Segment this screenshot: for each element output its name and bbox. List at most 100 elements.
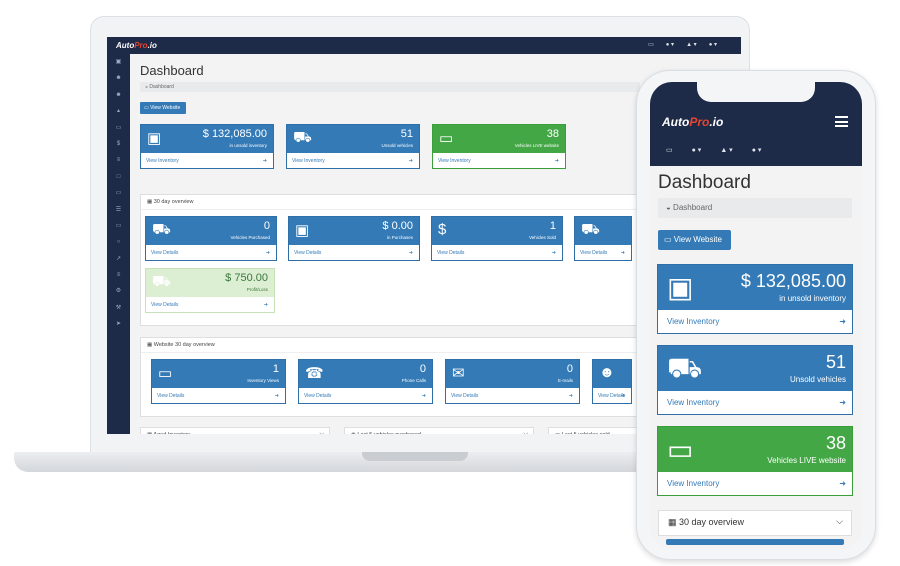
monitor-icon: ▭	[667, 434, 694, 465]
arrow-circle-right-icon[interactable]: ➜	[569, 393, 573, 399]
mobile-stat-card-link[interactable]: View Inventory ➜	[658, 391, 852, 414]
mobile-stat-card-header: ▭ 38 Vehicles LIVE website	[658, 427, 852, 472]
arrow-circle-right-icon[interactable]: ➜	[552, 250, 556, 256]
stat-card-link[interactable]: View Inventory ➜	[141, 153, 273, 168]
arrow-circle-right-icon[interactable]: ➜	[839, 398, 846, 407]
overview-card-link-text[interactable]: View Details	[437, 250, 464, 256]
mobile-stat-card-label: Unsold vehicles	[789, 375, 846, 384]
mobile-nav-icon[interactable]: ▭	[666, 146, 673, 154]
sidebar-item-icon[interactable]: ▣	[107, 54, 130, 70]
overview-card-link[interactable]: View Details ➜	[146, 245, 276, 260]
overview-card-link[interactable]: View Details ➜	[146, 297, 274, 312]
overview-card-header: ⛟ 0 Vehicles Purchased	[146, 217, 276, 245]
sidebar-item-icon[interactable]: ➤	[107, 316, 130, 332]
top-nav-icons: ▭ ● ▾ ▲ ▾ ● ▾	[648, 41, 717, 48]
mobile-stat-card-link[interactable]: View Inventory ➜	[658, 310, 852, 333]
sidebar-item-icon[interactable]: ▭	[107, 218, 130, 234]
top-nav-icon[interactable]: ● ▾	[666, 41, 674, 48]
arrow-circle-right-icon[interactable]: ➜	[621, 393, 625, 399]
overview-card-link[interactable]: View Details ➜	[289, 245, 419, 260]
stat-card-link-text[interactable]: View Inventory	[146, 158, 179, 164]
overview-card-link-text[interactable]: View Details	[151, 302, 178, 308]
overview-card-label: Profit/Loss	[246, 287, 268, 292]
stat-card: ▣ $ 132,085.00 in unsold inventory View Inv…	[140, 124, 274, 169]
arrow-circle-right-icon[interactable]: ➜	[266, 250, 270, 256]
website-card-link[interactable]: View Details ➜	[446, 388, 579, 403]
sidebar-item-icon[interactable]: ⚒	[107, 300, 130, 316]
mobile-stat-card-value: 51	[825, 352, 846, 372]
arrow-circle-right-icon[interactable]: ➜	[839, 479, 846, 488]
stat-card-link[interactable]: View Inventory ➜	[287, 153, 419, 168]
mobile-stat-card-link-text[interactable]: View Inventory	[667, 317, 719, 326]
sidebar-item-icon[interactable]: ▭	[107, 120, 130, 136]
overview-card: ▣ $ 0.00 in Purchases View Details ➜	[288, 216, 420, 261]
website-card-link-text[interactable]: View Details	[451, 393, 478, 399]
bottom-panel[interactable]: ◉ Last 5 vehicles purchased⌵	[344, 427, 534, 434]
sidebar-item-icon[interactable]: ≡	[107, 152, 130, 168]
overview-card-header: ⛟ $ 750.00 Profit/Loss	[146, 269, 274, 297]
chevron-down-icon[interactable]: ⌵	[319, 431, 324, 434]
top-nav-icon[interactable]: ● ▾	[709, 41, 717, 48]
mobile-overview-panel[interactable]: ▦ 30 day overview ⌵	[658, 510, 852, 536]
mobile-brand-logo[interactable]: AutoPro.io	[662, 115, 723, 129]
bottom-panel[interactable]: ▦ Aged Inventory⌵	[140, 427, 330, 434]
sidebar-item-icon[interactable]: □	[107, 169, 130, 185]
stat-card-link[interactable]: View Inventory ➜	[433, 153, 565, 168]
arrow-circle-right-icon[interactable]: ➜	[409, 158, 413, 164]
overview-card-link-text[interactable]: View Details	[151, 250, 178, 256]
mobile-stat-card-label: Vehicles LIVE website	[767, 456, 846, 465]
mobile-stat-card-link[interactable]: View Inventory ➜	[658, 472, 852, 495]
website-card-link[interactable]: View Details ➜	[299, 388, 432, 403]
mobile-nav-icon[interactable]: ● ▾	[692, 146, 702, 154]
mobile-nav-icon[interactable]: ● ▾	[752, 146, 762, 154]
mobile-stat-card-header: ▣ $ 132,085.00 in unsold inventory	[658, 265, 852, 310]
website-card: ▭ 1 Inventory Views View Details ➜	[151, 359, 286, 404]
sidebar-item-icon[interactable]: ☰	[107, 202, 130, 218]
sidebar-item-icon[interactable]: ≡	[107, 267, 130, 283]
arrow-circle-right-icon[interactable]: ➜	[409, 250, 413, 256]
top-nav-icon[interactable]: ▲ ▾	[686, 41, 697, 48]
arrow-circle-right-icon[interactable]: ➜	[621, 250, 625, 256]
bottom-panel[interactable]: ▭ Last 5 vehicles sold	[548, 427, 638, 434]
sidebar-item-icon[interactable]: ▭	[107, 185, 130, 201]
overview-card-link-text[interactable]: View Details	[294, 250, 321, 256]
chevron-down-icon[interactable]: ⌵	[836, 516, 843, 527]
sidebar-item-icon[interactable]: ○	[107, 234, 130, 250]
chevron-down-icon[interactable]: ⌵	[523, 431, 528, 434]
mobile-view-website-button[interactable]: ▭ View Website	[658, 230, 731, 250]
sidebar-item-icon[interactable]: ↗	[107, 251, 130, 267]
hamburger-menu-icon[interactable]	[835, 116, 848, 130]
stat-card-header: ▣ $ 132,085.00 in unsold inventory	[141, 125, 273, 153]
sidebar-item-icon[interactable]: $	[107, 136, 130, 152]
overview-card-link[interactable]: View Details ➜	[432, 245, 562, 260]
overview-card-link[interactable]: View Details ➜	[575, 245, 631, 260]
arrow-circle-right-icon[interactable]: ➜	[839, 317, 846, 326]
arrow-circle-right-icon[interactable]: ➜	[263, 158, 267, 164]
top-nav-icon[interactable]: ▭	[648, 41, 654, 48]
money-icon: ▣	[295, 222, 310, 239]
website-card-link[interactable]: View Details ➜	[593, 388, 631, 403]
sidebar-item-icon[interactable]: ☻	[107, 70, 130, 86]
arrow-circle-right-icon[interactable]: ➜	[264, 302, 268, 308]
view-website-button[interactable]: ▭ View Website	[140, 102, 186, 114]
overview-card-value: 0	[263, 220, 270, 232]
stat-card-link-text[interactable]: View Inventory	[292, 158, 325, 164]
arrow-circle-right-icon[interactable]: ➜	[555, 158, 559, 164]
mobile-breadcrumb[interactable]: ◒ Dashboard	[658, 198, 852, 218]
sidebar-item-icon[interactable]: ☻	[107, 87, 130, 103]
arrow-circle-right-icon[interactable]: ➜	[275, 393, 279, 399]
breadcrumb[interactable]: ◒ Dashboard	[140, 82, 640, 92]
mobile-stat-card-link-text[interactable]: View Inventory	[667, 479, 719, 488]
overview-card-link-text[interactable]: View Details	[580, 250, 607, 256]
sidebar-item-icon[interactable]: ▴	[107, 103, 130, 119]
website-card-link-text[interactable]: View Details	[304, 393, 331, 399]
envelope-icon: ✉	[452, 365, 465, 382]
arrow-circle-right-icon[interactable]: ➜	[422, 393, 426, 399]
website-card-link[interactable]: View Details ➜	[152, 388, 285, 403]
website-card-link-text[interactable]: View Details	[157, 393, 184, 399]
stat-card-link-text[interactable]: View Inventory	[438, 158, 471, 164]
sidebar-item-icon[interactable]: ⚙	[107, 283, 130, 299]
mobile-nav-icon[interactable]: ▲ ▾	[720, 146, 732, 154]
brand-logo[interactable]: AutoPro.io	[116, 41, 157, 50]
mobile-stat-card-link-text[interactable]: View Inventory	[667, 398, 719, 407]
